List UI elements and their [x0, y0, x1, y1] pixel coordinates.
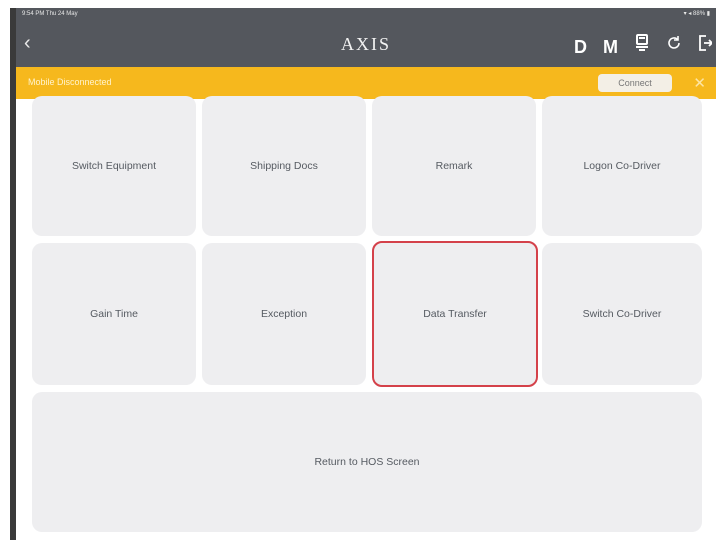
status-indicators: ▾ ◂ 88% ▮ [683, 11, 710, 17]
gain-time-button[interactable]: Gain Time [32, 243, 196, 385]
exception-button[interactable]: Exception [202, 243, 366, 385]
nav-actions: D M [574, 34, 714, 59]
device-icon[interactable] [634, 34, 650, 59]
tile-label: Gain Time [90, 308, 138, 320]
app-window: 9:54 PM Thu 24 May ▾ ◂ 88% ▮ ‹ AXIS D M … [10, 8, 716, 540]
shipping-docs-button[interactable]: Shipping Docs [202, 96, 366, 236]
refresh-icon[interactable] [666, 35, 682, 58]
banner-message: Mobile Disconnected [28, 77, 112, 87]
close-icon[interactable]: ✕ [693, 74, 706, 92]
connect-button[interactable]: Connect [598, 74, 672, 92]
tile-label: Shipping Docs [250, 160, 318, 172]
tile-label: Exception [260, 308, 308, 320]
tile-label: Switch Co-Driver [582, 308, 662, 320]
connection-banner: Mobile Disconnected Connect ✕ [16, 67, 716, 99]
driver-d-button[interactable]: D [574, 36, 587, 58]
switch-equipment-button[interactable]: Switch Equipment [32, 96, 196, 236]
return-to-hos-button[interactable]: Return to HOS Screen [32, 392, 702, 532]
data-transfer-button[interactable]: Data Transfer [372, 241, 538, 387]
logout-icon[interactable] [698, 34, 714, 59]
logon-co-driver-button[interactable]: Logon Co-Driver [542, 96, 702, 236]
tile-label: Switch Equipment [71, 160, 157, 172]
remark-button[interactable]: Remark [372, 96, 536, 236]
tile-label: Data Transfer [423, 308, 487, 320]
tile-label: Remark [435, 160, 473, 172]
switch-co-driver-button[interactable]: Switch Co-Driver [542, 243, 702, 385]
driver-m-button[interactable]: M [603, 36, 618, 58]
navigation-bar: ‹ AXIS D M [16, 21, 716, 67]
status-bar: 9:54 PM Thu 24 May ▾ ◂ 88% ▮ [16, 8, 716, 21]
tile-label: Logon Co-Driver [583, 160, 661, 172]
status-time: 9:54 PM Thu 24 May [22, 11, 78, 17]
menu-grid: Switch Equipment Shipping Docs Remark Lo… [32, 96, 702, 536]
tile-label: Return to HOS Screen [314, 456, 420, 468]
